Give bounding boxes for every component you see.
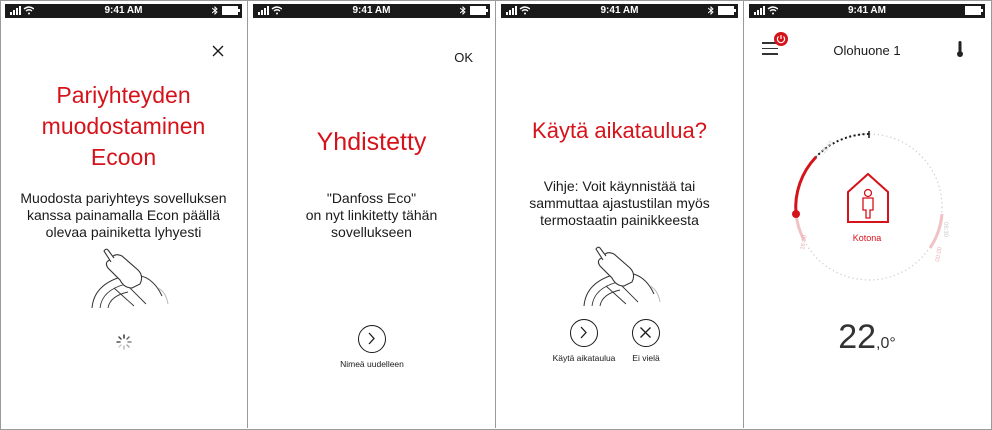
connected-screen: 9:41 AM OK Yhdistetty "Danfoss Eco" on n… bbox=[248, 0, 496, 428]
pairing-line-2: kanssa painamalla Econ päällä bbox=[26, 207, 220, 223]
hand-press-thermostat-icon bbox=[91, 248, 169, 309]
room-name: Olohuone 1 bbox=[833, 43, 901, 58]
connected-message: "Danfoss Eco" on nyt linkitetty tähän so… bbox=[254, 190, 489, 241]
pairing-instructions: Muodosta pariyhteys sovelluksen kanssa p… bbox=[6, 190, 241, 241]
pairing-title: Pariyhteyden muodostaminen Ecoon bbox=[0, 80, 247, 173]
close-icon bbox=[640, 327, 651, 338]
pairing-line-3: olevaa painiketta lyhyesti bbox=[45, 224, 202, 240]
status-time: 9:41 AM bbox=[352, 5, 391, 16]
loading-spinner-icon bbox=[116, 334, 132, 350]
dial-tick-0000: 00:00 bbox=[935, 246, 944, 262]
dial-active-arc bbox=[794, 155, 818, 215]
pairing-line-1: Muodosta pariyhteys sovelluksen bbox=[20, 190, 227, 206]
status-time: 9:41 AM bbox=[848, 5, 886, 16]
pairing-screen: 9:41 AM Pariyhteyden muodostaminen Ecoon… bbox=[0, 0, 248, 428]
status-time: 9:41 AM bbox=[104, 5, 143, 16]
bluetooth-battery-icon bbox=[211, 5, 240, 16]
ok-button[interactable]: OK bbox=[454, 50, 473, 65]
bluetooth-battery-icon bbox=[459, 5, 488, 16]
dial-handle[interactable] bbox=[792, 210, 800, 218]
home-mode-icon[interactable] bbox=[838, 168, 898, 228]
chevron-right-icon bbox=[580, 326, 587, 339]
schedule-line-2: sammuttaa ajastustilan myös bbox=[529, 195, 710, 211]
connected-line-2: on nyt linkitetty tähän bbox=[305, 207, 438, 223]
pairing-title-line-3: Ecoon bbox=[90, 144, 157, 170]
chevron-right-icon bbox=[368, 332, 375, 345]
schedule-line-1: Vihje: Voit käynnistää tai bbox=[543, 178, 696, 194]
current-temperature: 22,0° bbox=[744, 318, 990, 357]
close-icon[interactable] bbox=[211, 44, 225, 58]
connected-line-1: "Danfoss Eco" bbox=[326, 190, 417, 206]
temperature-integer: 22 bbox=[838, 318, 877, 356]
connected-title: Yhdistetty bbox=[316, 128, 427, 156]
status-bar: 9:41 AM bbox=[5, 4, 242, 18]
schedule-title: Käytä aikataulua? bbox=[532, 118, 707, 143]
dial-tick-1515: 15:15 bbox=[821, 139, 836, 155]
mode-label: Kotona bbox=[852, 233, 882, 243]
status-bar: 9:41 AM bbox=[749, 4, 985, 18]
not-yet-button[interactable] bbox=[632, 319, 660, 347]
status-bar: 9:41 AM bbox=[253, 4, 490, 18]
thermometer-icon[interactable] bbox=[956, 40, 964, 58]
room-screen: 9:41 AM Olohuone 1 16:00 00:00 06:30 15:… bbox=[744, 0, 990, 428]
pairing-title-line-2: muodostaminen bbox=[41, 113, 206, 139]
schedule-tip: Vihje: Voit käynnistää tai sammuttaa aja… bbox=[502, 178, 737, 229]
hand-press-thermostat-icon bbox=[583, 246, 661, 307]
status-bar: 9:41 AM bbox=[501, 4, 738, 18]
schedule-line-3: termostaatin painikkeesta bbox=[540, 212, 699, 228]
rename-button[interactable] bbox=[358, 325, 386, 353]
status-time: 9:41 AM bbox=[600, 5, 639, 16]
bluetooth-battery-icon bbox=[707, 5, 736, 16]
rename-label: Nimeä uudelleen bbox=[340, 359, 404, 369]
temperature-decimal: ,0° bbox=[876, 335, 896, 352]
battery-icon bbox=[961, 5, 983, 16]
not-yet-label: Ei vielä bbox=[632, 353, 660, 363]
use-schedule-button[interactable] bbox=[570, 319, 598, 347]
pairing-title-line-1: Pariyhteyden bbox=[56, 82, 191, 108]
schedule-screen: 9:41 AM Käytä aikataulua? Vihje: Voit kä… bbox=[496, 0, 744, 428]
connected-line-3: sovellukseen bbox=[331, 224, 412, 240]
